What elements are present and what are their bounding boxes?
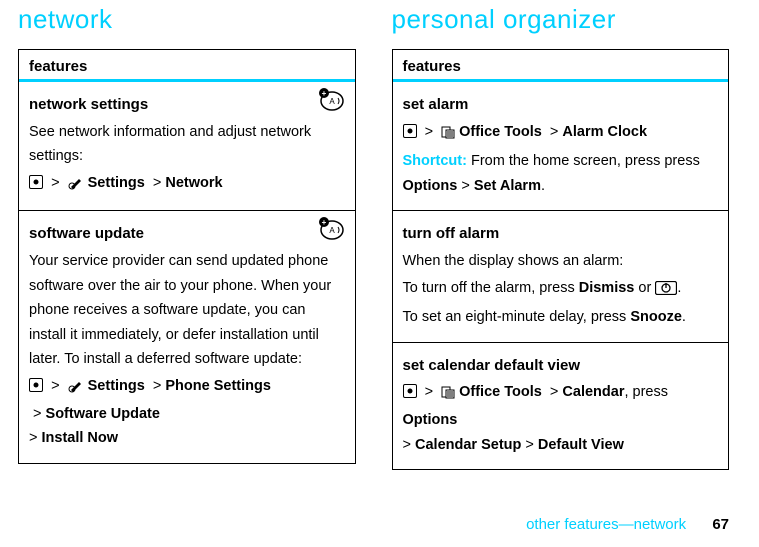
svg-text:+: + <box>321 89 326 98</box>
path-network-settings: > Settings > Network <box>29 171 345 199</box>
center-key-icon <box>29 378 43 392</box>
col-network: network features +A network settings See… <box>18 4 356 470</box>
features-box-left: features +A network settings See network… <box>18 49 356 464</box>
office-tools-icon <box>441 383 455 408</box>
row-turn-off-alarm: turn off alarm When the display shows an… <box>393 211 729 342</box>
settings-gear-icon <box>68 377 84 402</box>
center-key-icon <box>403 384 417 398</box>
end-key-icon <box>655 279 677 304</box>
heading-network: network <box>18 4 356 35</box>
features-header-right: features <box>393 50 729 82</box>
title-software-update: software update <box>29 221 345 247</box>
settings-gear-icon <box>68 174 84 199</box>
col-organizer: personal organizer features set alarm > … <box>392 4 730 470</box>
svg-text:A: A <box>329 97 335 106</box>
line3-turn-off-alarm: To set an eight-minute delay, press Snoo… <box>403 305 719 330</box>
center-key-icon <box>29 175 43 189</box>
title-calendar-default: set calendar default view <box>403 353 719 379</box>
features-header-left: features <box>19 50 355 82</box>
row-set-alarm: set alarm > Office Tools > Alarm Clock S… <box>393 82 729 211</box>
row-network-settings: +A network settings See network informat… <box>19 82 355 211</box>
path-calendar-default: > Office Tools > Calendar, press Options… <box>403 380 719 457</box>
row-calendar-default: set calendar default view > Office Tools… <box>393 343 729 469</box>
title-network-settings: network settings <box>29 92 345 118</box>
ota-badge-icon: +A <box>317 88 345 112</box>
line1-turn-off-alarm: When the display shows an alarm: <box>403 249 719 274</box>
svg-text:A: A <box>329 226 335 235</box>
line2-turn-off-alarm: To turn off the alarm, press Dismiss or … <box>403 276 719 304</box>
heading-organizer: personal organizer <box>392 4 730 35</box>
body-network-settings: See network information and adjust netwo… <box>29 120 345 169</box>
title-set-alarm: set alarm <box>403 92 719 118</box>
page-footer: other features—network 67 <box>526 516 729 533</box>
svg-text:+: + <box>321 218 326 227</box>
path-set-alarm: > Office Tools > Alarm Clock <box>403 120 719 148</box>
features-box-right: features set alarm > Office Tools > Alar… <box>392 49 730 470</box>
center-key-icon <box>403 124 417 138</box>
office-tools-icon <box>441 123 455 148</box>
body-software-update: Your service provider can send updated p… <box>29 249 345 372</box>
row-software-update: +A software update Your service provider… <box>19 211 355 463</box>
shortcut-set-alarm: Shortcut: From the home screen, press pr… <box>403 149 719 198</box>
footer-text: other features—network <box>526 516 686 533</box>
ota-badge-icon: +A <box>317 217 345 241</box>
title-turn-off-alarm: turn off alarm <box>403 221 719 247</box>
path-software-update: > Settings > Phone Settings > Software U… <box>29 374 345 451</box>
page-number: 67 <box>712 516 729 533</box>
